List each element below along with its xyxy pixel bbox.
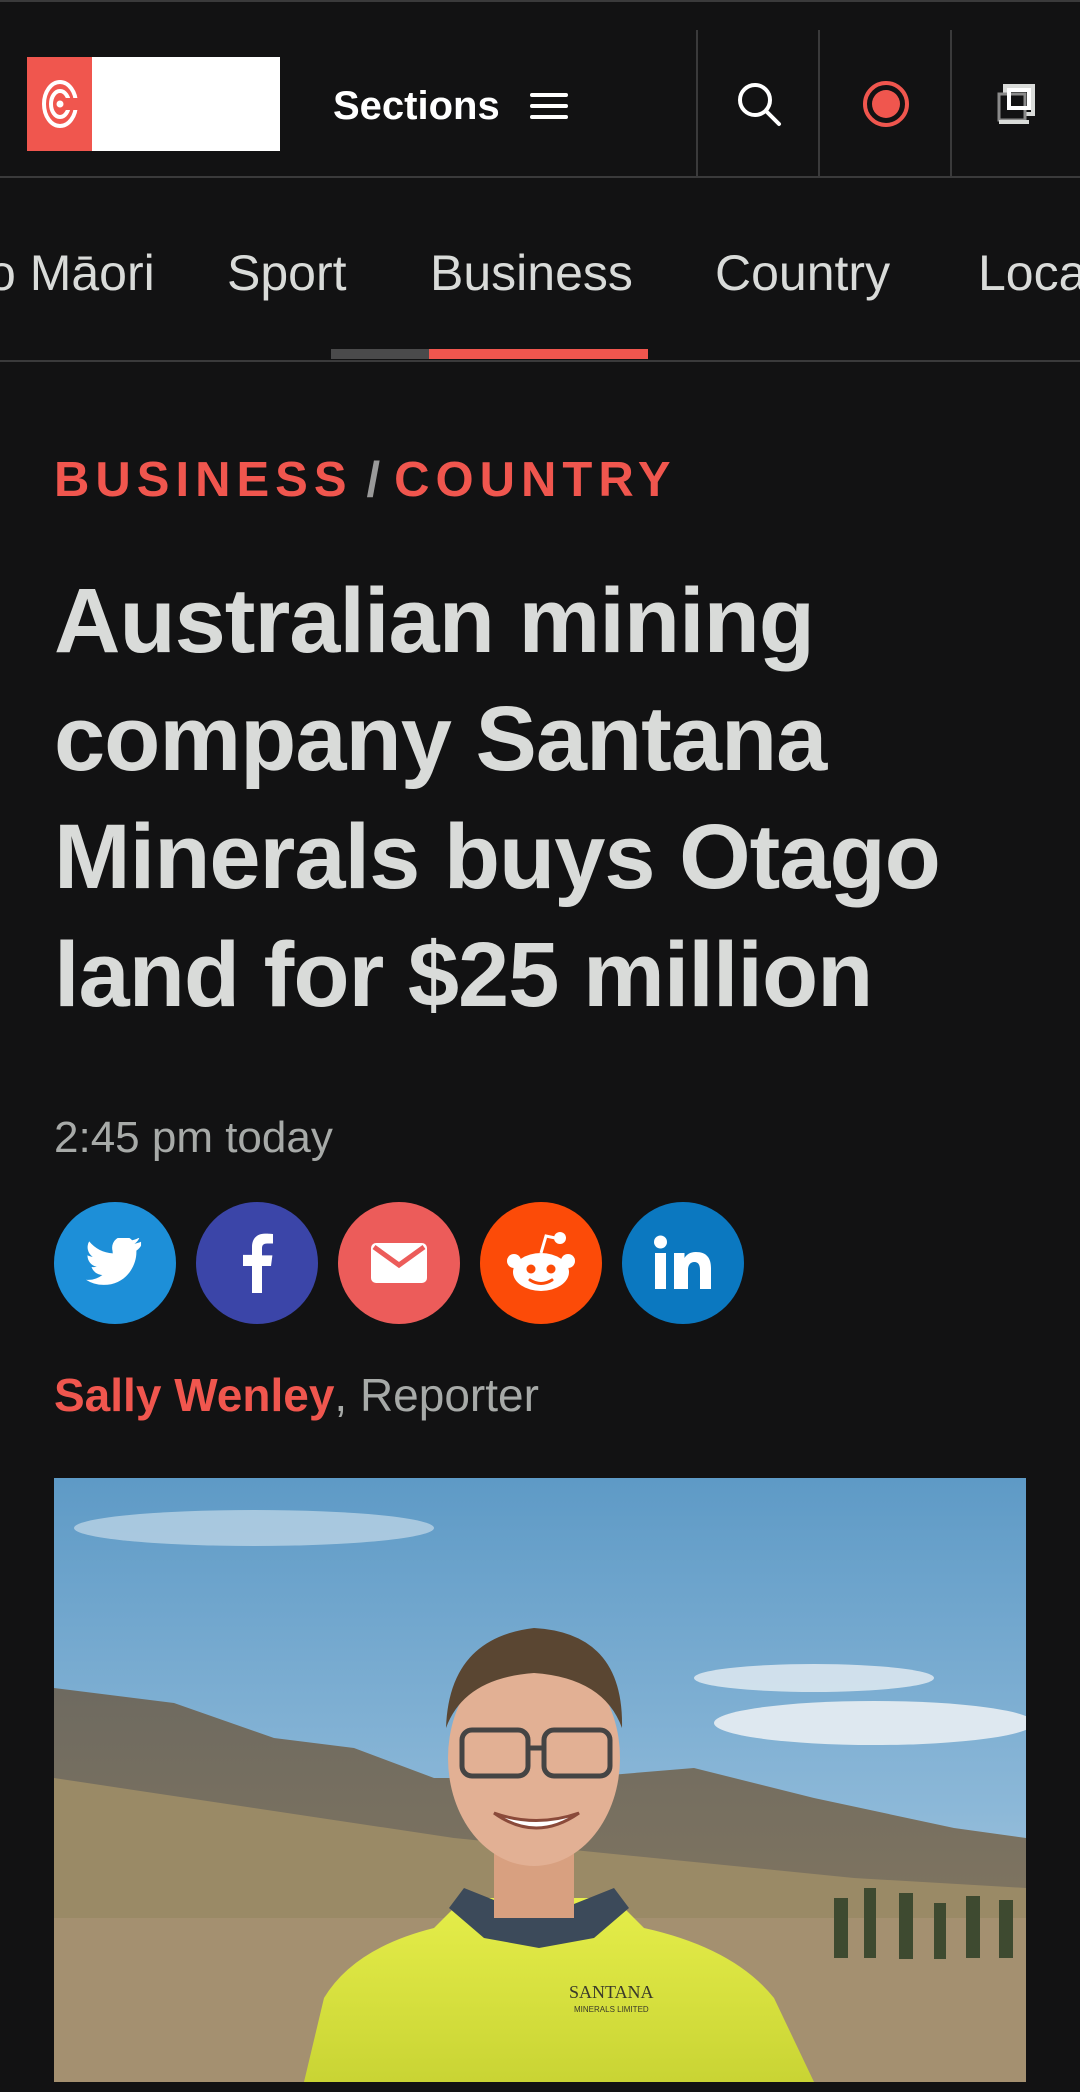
share-reddit-button[interactable]	[480, 1202, 602, 1324]
tab-local[interactable]: Loca	[978, 244, 1080, 302]
live-tv-button[interactable]	[950, 30, 1080, 178]
article-timestamp: 2:45 pm today	[54, 1113, 333, 1162]
author-link[interactable]: Sally Wenley	[54, 1369, 334, 1421]
linkedin-icon	[654, 1235, 711, 1289]
screen-icon	[997, 84, 1035, 124]
top-bar: Sections	[0, 0, 1080, 178]
hero-photo-illustration: SANTANA MINERALS LIMITED	[54, 1478, 1026, 2082]
section-tabs: o Māori Sport Business Country Loca	[0, 178, 1080, 362]
share-email-button[interactable]	[338, 1202, 460, 1324]
article-hero-image[interactable]: SANTANA MINERALS LIMITED	[54, 1478, 1026, 2082]
live-radio-button[interactable]	[818, 30, 952, 178]
email-icon	[371, 1243, 427, 1283]
tab-scroll-indicator	[331, 349, 429, 359]
breadcrumb-business[interactable]: BUSINESS	[54, 453, 353, 507]
active-tab-indicator	[429, 349, 648, 359]
site-logo[interactable]	[27, 57, 280, 151]
photo-shirt-logo-subtext: MINERALS LIMITED	[574, 2005, 649, 2014]
breadcrumb: BUSINESS / COUNTRY	[54, 452, 677, 508]
photo-shirt-logo-text: SANTANA	[569, 1982, 654, 2002]
article-headline: Australian mining company Santana Minera…	[54, 570, 941, 1026]
tab-country[interactable]: Country	[715, 244, 890, 302]
share-facebook-button[interactable]	[196, 1202, 318, 1324]
sections-menu-button[interactable]: Sections	[333, 78, 568, 134]
live-record-icon	[863, 81, 909, 127]
breadcrumb-separator: /	[366, 453, 381, 507]
reddit-icon	[507, 1232, 575, 1291]
tab-te-ao-maori[interactable]: o Māori	[0, 244, 155, 302]
sections-label: Sections	[333, 83, 500, 128]
twitter-icon	[85, 1238, 142, 1285]
share-twitter-button[interactable]	[54, 1202, 176, 1324]
tab-business[interactable]: Business	[430, 244, 633, 302]
logo-mark-icon	[27, 57, 92, 151]
share-linkedin-button[interactable]	[622, 1202, 744, 1324]
author-role: , Reporter	[334, 1369, 539, 1421]
search-icon	[738, 83, 781, 126]
hamburger-icon	[529, 86, 568, 126]
facebook-icon	[243, 1233, 273, 1293]
search-button[interactable]	[696, 30, 820, 178]
breadcrumb-country[interactable]: COUNTRY	[394, 453, 676, 507]
tab-sport[interactable]: Sport	[227, 244, 347, 302]
byline: Sally Wenley, Reporter	[54, 1368, 539, 1422]
